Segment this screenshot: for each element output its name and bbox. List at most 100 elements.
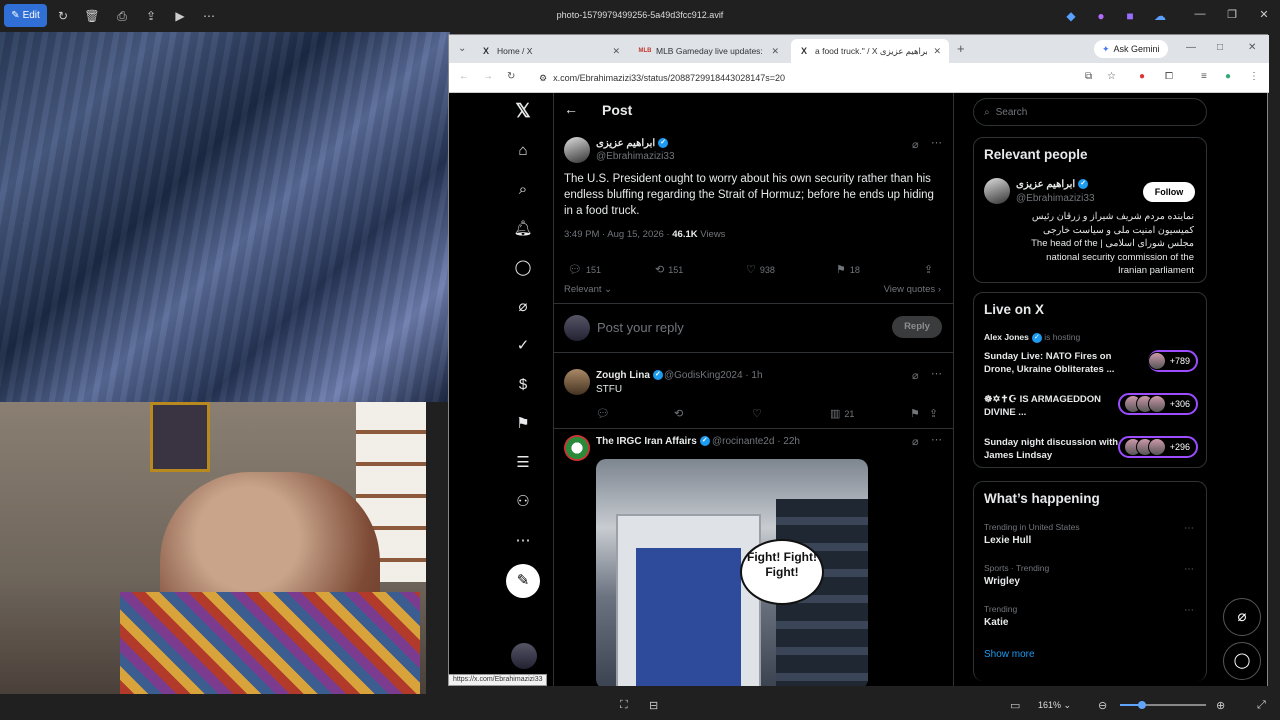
bookmark-icon[interactable]: ⚑ (910, 407, 920, 420)
app-tray-icon[interactable]: ◆ (1063, 8, 1079, 24)
messages-chat-icon[interactable]: ◯ (512, 257, 534, 279)
person-avatar[interactable] (984, 178, 1010, 204)
close-tab-icon[interactable]: ✕ (612, 46, 620, 57)
more-options-icon[interactable]: ⋯ (931, 433, 942, 446)
app-tray-icon[interactable]: ☁ (1152, 8, 1168, 24)
ask-gemini-button[interactable]: ✦ Ask Gemini (1094, 40, 1168, 58)
zoom-slider[interactable] (1120, 701, 1206, 709)
heart-icon[interactable]: ♡ (752, 407, 762, 420)
live-item[interactable]: Sunday night discussion with James Linds… (984, 434, 1198, 464)
adblock-icon[interactable]: ● (1139, 71, 1145, 82)
reply-icon[interactable]: 💬︎ (596, 407, 610, 420)
close-tab-icon[interactable]: ✕ (771, 46, 779, 57)
more-options-icon[interactable]: ⋯ (1184, 564, 1194, 575)
share-action[interactable]: ⇪ (924, 263, 933, 276)
lists-icon[interactable]: ☰ (512, 452, 534, 474)
tab-post[interactable]: X a food truck." / X ابراهیم عزیزی ✕ (791, 39, 949, 63)
explore-search-icon[interactable]: ⌕ (512, 179, 534, 201)
bookmark-star-icon[interactable]: ☆ (1107, 71, 1116, 82)
x-logo-icon[interactable]: 𝕏 (512, 101, 534, 123)
repost-action[interactable]: ⟲ 151 (655, 263, 683, 276)
live-item[interactable]: Sunday Live: NATO Fires on Drone, Ukrain… (984, 348, 1198, 378)
grok-icon[interactable]: ⌀ (912, 435, 919, 448)
maximize-button[interactable]: ❐ (1224, 8, 1240, 21)
app-tray-icon[interactable]: ■ (1122, 8, 1138, 24)
zoom-in-icon[interactable]: ⊕ (1216, 699, 1225, 712)
reply-author-name[interactable]: Zough Lina ✓ (596, 370, 663, 381)
live-item[interactable]: ☸✡✝☪ IS ARMAGEDDON DIVINE ... +306 (984, 391, 1198, 421)
forward-icon[interactable]: → (483, 71, 493, 82)
person-handle[interactable]: @Ebrahimazizi33 (1016, 193, 1095, 204)
close-tab-icon[interactable]: ✕ (933, 46, 941, 57)
reply-handle[interactable]: @GodisKing2024 · 1h (664, 370, 763, 381)
reply-avatar[interactable] (564, 435, 590, 461)
reload-icon[interactable]: ↻ (507, 71, 515, 82)
verified-icon[interactable]: ✓ (512, 335, 534, 357)
more-icon[interactable]: ⋯ (512, 530, 534, 552)
author-handle[interactable]: @Ebrahimazizi33 (596, 151, 675, 162)
more-options-icon[interactable]: ⋯ (931, 367, 942, 380)
address-bar[interactable]: ⚙ x.com/Ebrahimazizi33/status/2088729918… (533, 67, 1153, 89)
reply-action[interactable]: 💬︎ 151 (568, 263, 601, 276)
grok-icon[interactable]: ⌀ (912, 138, 919, 151)
grok-fab-icon[interactable]: ⌀ (1223, 598, 1261, 636)
money-icon[interactable]: $ (512, 374, 534, 396)
profile-icon[interactable]: ⚇ (512, 491, 534, 513)
expand-icon[interactable]: ⤢ (1257, 699, 1266, 712)
search-input[interactable]: ⌕ Search (973, 98, 1207, 126)
messages-fab-icon[interactable]: ◯ (1223, 642, 1261, 680)
more-options-icon[interactable]: ⋯ (931, 136, 942, 149)
reply-sort-dropdown[interactable]: Relevant ⌄ (564, 284, 612, 295)
new-tab-icon[interactable]: + (957, 41, 965, 56)
zoom-level-dropdown[interactable]: 161% ⌄ (1038, 700, 1071, 711)
site-info-icon[interactable]: ⚙ (539, 73, 547, 84)
tab-home[interactable]: X Home / X ✕ (473, 39, 628, 63)
view-quotes-link[interactable]: View quotes › (884, 284, 941, 295)
close-button[interactable]: ✕ (1256, 8, 1272, 21)
more-options-icon[interactable]: ⋯ (1184, 523, 1194, 534)
browser-menu-icon[interactable]: ⋮ (1249, 71, 1259, 82)
trend-item[interactable]: Katie (984, 617, 1008, 628)
notifications-bell-icon[interactable]: 🔔︎ (512, 218, 534, 240)
views-action[interactable]: ▥ 21 (830, 407, 854, 420)
reply-avatar[interactable] (564, 369, 590, 395)
app-tray-icon[interactable]: ● (1093, 8, 1109, 24)
person-name[interactable]: ابراهیم عزیزی ✓ (1016, 179, 1089, 190)
repost-icon[interactable]: ⟲ (674, 407, 683, 420)
zoom-out-icon[interactable]: ⊖ (1098, 699, 1107, 712)
live-host[interactable]: Alex Jones ✓ is hosting (984, 332, 1080, 343)
reply-media-image[interactable]: Fight! Fight! Fight! (596, 459, 868, 686)
bookmark-action[interactable]: ⚑ 18 (836, 263, 860, 276)
info-icon[interactable]: ⊟ (649, 699, 658, 712)
profile-avatar[interactable]: ● (1225, 71, 1231, 82)
minimize-button[interactable]: — (1186, 42, 1196, 53)
extensions-icon[interactable]: ⧠ (1165, 71, 1173, 82)
reply-author-name[interactable]: The IRGC Iran Affairs ✓ (596, 436, 710, 447)
install-app-icon[interactable]: ⧉ (1085, 71, 1092, 82)
maximize-button[interactable]: □ (1217, 42, 1223, 53)
reply-handle[interactable]: @rocinante2d · 22h (712, 436, 800, 447)
account-avatar[interactable] (511, 643, 537, 669)
home-icon[interactable]: ⌂ (512, 140, 534, 162)
share-icon[interactable]: ⇪ (929, 407, 938, 420)
reply-input[interactable]: Post your reply (597, 320, 684, 335)
more-options-icon[interactable]: ⋯ (1184, 605, 1194, 616)
minimize-button[interactable]: — (1192, 8, 1208, 20)
author-name[interactable]: ابراهیم عزیزی ✓ (596, 138, 669, 149)
back-arrow-icon[interactable]: ← (564, 101, 578, 117)
follow-button[interactable]: Follow (1143, 182, 1195, 202)
tab-search-icon[interactable]: ⌄ (458, 43, 466, 54)
reply-item[interactable]: Zough Lina ✓ @GodisKing2024 · 1h STFU ⌀ ⋯… (554, 363, 953, 429)
fit-screen-icon[interactable]: ⛶ (620, 699, 628, 712)
show-more-link[interactable]: Show more (984, 649, 1035, 660)
close-button[interactable]: ✕ (1248, 42, 1256, 53)
grok-icon[interactable]: ⌀ (512, 296, 534, 318)
actual-size-icon[interactable]: ▭ (1010, 699, 1020, 712)
media-control-icon[interactable]: ≡ (1201, 71, 1207, 82)
bookmarks-icon[interactable]: ⚑ (512, 413, 534, 435)
trend-item[interactable]: Wrigley (984, 576, 1020, 587)
compose-post-button[interactable]: ✎ (506, 564, 540, 598)
tab-mlb[interactable]: MLB MLB Gameday live updates: Ca ✕ (632, 39, 787, 63)
author-avatar[interactable] (564, 137, 590, 163)
back-icon[interactable]: ← (459, 71, 469, 82)
